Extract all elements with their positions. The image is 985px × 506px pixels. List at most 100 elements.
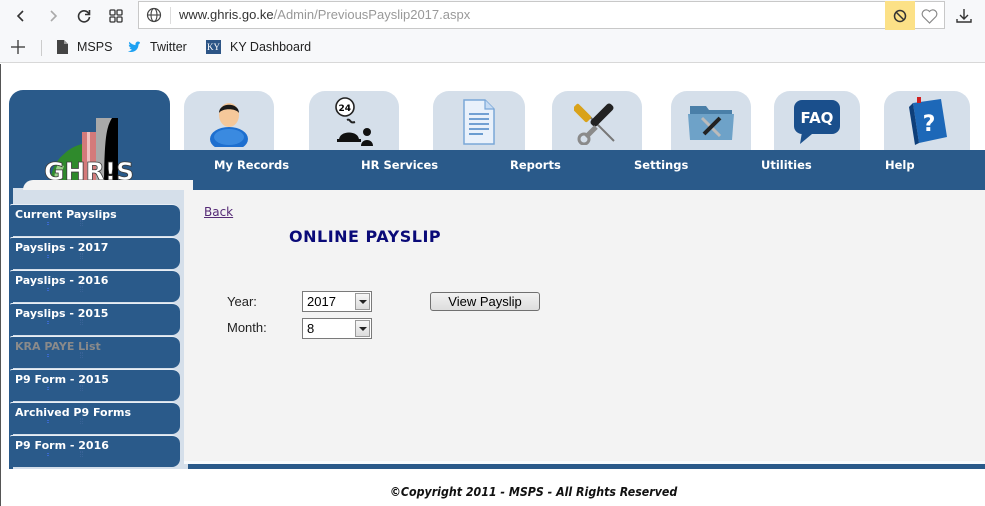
tab-settings[interactable] bbox=[552, 91, 642, 153]
url-divider bbox=[170, 7, 171, 24]
sidebar-top-curve bbox=[23, 180, 193, 190]
dots-decoration bbox=[80, 385, 83, 391]
dots-decoration bbox=[47, 288, 49, 291]
browser-toolbar: www.ghris.go.ke/Admin/PreviousPayslip201… bbox=[0, 0, 985, 32]
bookmark-label: Twitter bbox=[150, 40, 187, 54]
faq-icon-text: FAQ bbox=[801, 109, 834, 127]
sidebar-item-p9-form-2015[interactable]: P9 Form - 2015 bbox=[10, 369, 180, 401]
dots-decoration bbox=[47, 321, 49, 324]
dots-decoration bbox=[80, 286, 83, 292]
main-navbar: My Records HR Services Reports Settings … bbox=[170, 150, 985, 180]
sidebar-item-label: Payslips - 2015 bbox=[15, 307, 109, 320]
user-icon bbox=[210, 103, 248, 147]
sidebar-item-label: KRA PAYE List bbox=[15, 340, 101, 353]
sidebar-item-p9-form-2016[interactable]: P9 Form - 2016 bbox=[10, 435, 180, 467]
month-label: Month: bbox=[227, 320, 267, 335]
view-payslip-button[interactable]: View Payslip bbox=[430, 292, 540, 311]
sidebar-item-label: P9 Form - 2016 bbox=[15, 439, 109, 452]
tab-faq[interactable]: FAQ bbox=[774, 91, 860, 153]
svg-text:24: 24 bbox=[339, 104, 352, 114]
ky-icon: KY bbox=[206, 40, 221, 54]
sidebar-item-label: P9 Form - 2015 bbox=[15, 373, 109, 386]
year-select-value: 2017 bbox=[307, 294, 336, 309]
year-select[interactable]: 2017 bbox=[302, 291, 372, 312]
dots-decoration bbox=[47, 387, 49, 390]
block-icon bbox=[893, 9, 907, 22]
sidebar-item-current-payslips[interactable]: Current Payslips bbox=[10, 204, 180, 236]
chevron-down-icon[interactable] bbox=[355, 293, 370, 310]
forward-nav-icon[interactable] bbox=[42, 5, 64, 27]
dots-decoration bbox=[47, 420, 49, 423]
nav-hr-services[interactable]: HR Services bbox=[361, 158, 438, 172]
bookmark-twitter[interactable]: Twitter bbox=[128, 40, 187, 54]
sidebar-item-payslips-2017[interactable]: Payslips - 2017 bbox=[10, 237, 180, 269]
add-bookmark-icon[interactable] bbox=[10, 36, 26, 60]
chevron-down-icon[interactable] bbox=[355, 320, 370, 337]
month-select[interactable]: 8 bbox=[302, 318, 372, 339]
window-edge bbox=[0, 64, 1, 506]
dots-decoration bbox=[47, 354, 49, 357]
sidebar-item-label: Payslips - 2016 bbox=[15, 274, 109, 287]
dots-decoration bbox=[47, 453, 49, 456]
back-nav-icon[interactable] bbox=[10, 5, 32, 27]
nav-settings[interactable]: Settings bbox=[634, 158, 688, 172]
document-icon bbox=[463, 99, 495, 145]
url-path: /Admin/PreviousPayslip2017.aspx bbox=[273, 7, 471, 22]
address-bar[interactable]: www.ghris.go.ke/Admin/PreviousPayslip201… bbox=[138, 1, 945, 30]
page-title: ONLINE PAYSLIP bbox=[289, 227, 442, 246]
faq-icon: FAQ bbox=[794, 100, 840, 144]
dots-decoration bbox=[80, 253, 83, 259]
back-link[interactable]: Back bbox=[204, 205, 233, 219]
globe-icon bbox=[146, 7, 162, 23]
bookmark-msps[interactable]: MSPS bbox=[57, 40, 112, 54]
help-icon-text: ? bbox=[923, 112, 936, 137]
tabs-grid-icon[interactable] bbox=[105, 5, 127, 27]
dots-decoration bbox=[80, 451, 83, 457]
content-frame: Current Payslips Payslips - 2017 Payslip… bbox=[9, 180, 985, 469]
sidebar-item-kra-paye-list: KRA PAYE List bbox=[10, 336, 180, 368]
folder-tools-icon bbox=[688, 106, 734, 140]
sidebar-item-payslips-2015[interactable]: Payslips - 2015 bbox=[10, 303, 180, 335]
tab-my-records[interactable] bbox=[184, 91, 274, 153]
tab-hr-services[interactable]: 24 bbox=[309, 91, 399, 153]
dots-decoration bbox=[80, 352, 83, 358]
nav-reports[interactable]: Reports bbox=[510, 158, 561, 172]
tab-reports[interactable] bbox=[433, 91, 525, 153]
tab-help[interactable]: ? bbox=[884, 91, 970, 153]
dots-decoration bbox=[80, 319, 83, 325]
dots-decoration bbox=[47, 255, 49, 258]
bookmark-label: KY Dashboard bbox=[230, 40, 312, 54]
year-label: Year: bbox=[227, 294, 257, 309]
tracking-block-button[interactable] bbox=[885, 1, 915, 30]
twitter-icon bbox=[128, 41, 140, 52]
dots-decoration bbox=[80, 220, 83, 226]
sidebar-item-archived-p9-forms[interactable]: Archived P9 Forms bbox=[10, 402, 180, 434]
bookmark-ky-dashboard[interactable]: KY KY Dashboard bbox=[206, 40, 311, 54]
footer-copyright: ©Copyright 2011 - MSPS - All Rights Rese… bbox=[389, 485, 678, 499]
reload-icon[interactable] bbox=[73, 5, 95, 27]
help-book-icon: ? bbox=[909, 97, 947, 145]
file-icon bbox=[57, 40, 68, 54]
tab-utilities[interactable] bbox=[671, 91, 751, 153]
nav-help[interactable]: Help bbox=[885, 158, 915, 172]
dots-decoration bbox=[47, 222, 49, 225]
sidebar-item-payslips-2016[interactable]: Payslips - 2016 bbox=[10, 270, 180, 302]
url-host: www.ghris.go.ke bbox=[179, 7, 274, 22]
url-text[interactable]: www.ghris.go.ke/Admin/PreviousPayslip201… bbox=[179, 7, 470, 22]
dots-decoration bbox=[80, 418, 83, 424]
bookmarks-bar: MSPS Twitter KY KY Dashboard bbox=[0, 32, 985, 63]
sidebar-item-label: Archived P9 Forms bbox=[15, 406, 131, 419]
download-icon[interactable] bbox=[953, 5, 975, 27]
nav-my-records[interactable]: My Records bbox=[214, 158, 289, 172]
nav-utilities[interactable]: Utilities bbox=[761, 158, 812, 172]
bookmark-label: MSPS bbox=[77, 40, 113, 54]
sidebar-item-label: Payslips - 2017 bbox=[15, 241, 109, 254]
bookmarks-divider bbox=[41, 40, 42, 56]
service-24-icon: 24 bbox=[335, 97, 373, 146]
web-page: GHR!S 24 FAQ ? My Records HR Services Re… bbox=[0, 64, 985, 506]
sidebar-item-label: Current Payslips bbox=[15, 208, 117, 221]
main-bottom-line bbox=[184, 461, 985, 464]
month-select-value: 8 bbox=[307, 321, 315, 336]
tools-icon bbox=[574, 103, 615, 145]
bookmark-heart-icon[interactable] bbox=[919, 6, 939, 26]
